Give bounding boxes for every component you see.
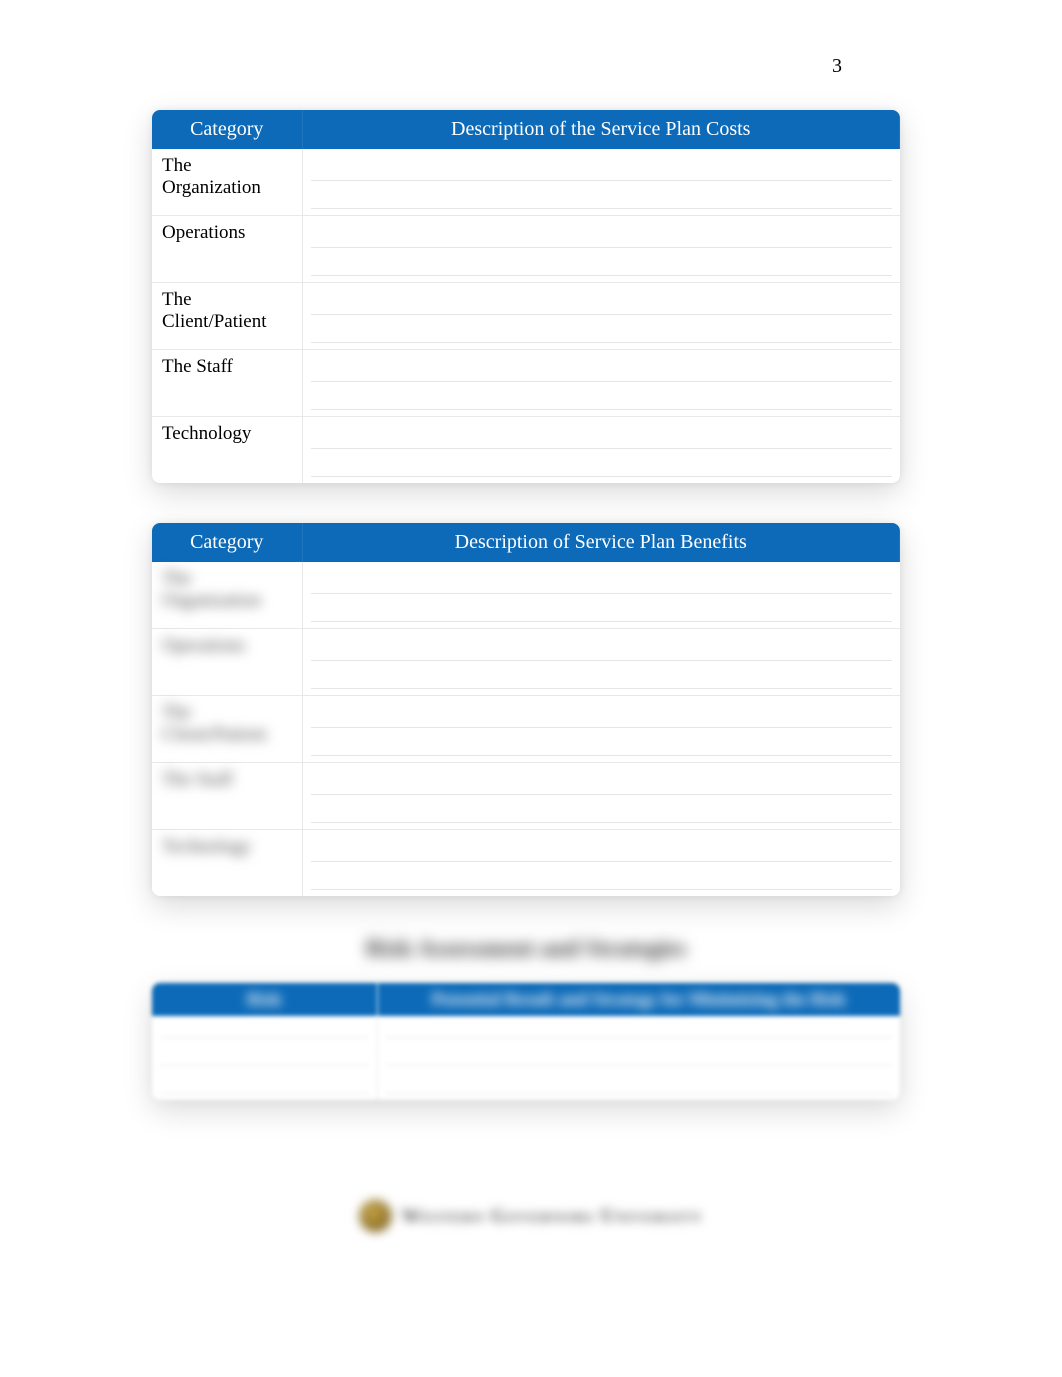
costs-table-header-row: Category Description of the Service Plan… (152, 110, 900, 149)
costs-row-description (302, 417, 900, 484)
table-row: The Staff (152, 350, 900, 417)
benefits-row-category: Operations (152, 629, 302, 696)
costs-row-description (302, 216, 900, 283)
costs-row-category: Technology (152, 417, 302, 484)
table-row (152, 1072, 900, 1100)
risk-table: Risk Potential Result and Strategy for M… (152, 983, 900, 1100)
costs-row-category: Operations (152, 216, 302, 283)
benefits-table: Category Description of Service Plan Ben… (152, 523, 900, 896)
risk-table-header-row: Risk Potential Result and Strategy for M… (152, 983, 900, 1016)
risk-table-container: Risk Potential Result and Strategy for M… (152, 983, 900, 1100)
benefits-row-description (302, 562, 900, 629)
benefits-row-description (302, 763, 900, 830)
costs-row-category: The Client/Patient (152, 283, 302, 350)
table-row: Operations (152, 216, 900, 283)
benefits-row-category: The Organization (152, 562, 302, 629)
costs-table-container: Category Description of the Service Plan… (152, 110, 900, 483)
risk-row-a (152, 1016, 377, 1044)
table-row: Operations (152, 629, 900, 696)
table-row: Technology (152, 417, 900, 484)
risk-row-a (152, 1072, 377, 1100)
risk-row-b (377, 1044, 900, 1072)
footer-institution-logo: Western Governors University (359, 1200, 702, 1232)
benefits-table-container: Category Description of Service Plan Ben… (152, 523, 900, 896)
table-row: Technology (152, 830, 900, 897)
risk-row-b (377, 1016, 900, 1044)
table-row: The Client/Patient (152, 283, 900, 350)
benefits-row-description (302, 696, 900, 763)
benefits-row-description (302, 629, 900, 696)
table-row (152, 1044, 900, 1072)
costs-table: Category Description of the Service Plan… (152, 110, 900, 483)
seal-icon (359, 1200, 391, 1232)
costs-header-description: Description of the Service Plan Costs (302, 110, 900, 149)
costs-row-category: The Staff (152, 350, 302, 417)
table-row: The Staff (152, 763, 900, 830)
costs-row-description (302, 149, 900, 216)
page-number: 3 (832, 55, 842, 78)
benefits-header-description: Description of Service Plan Benefits (302, 523, 900, 562)
costs-row-category: The Organization (152, 149, 302, 216)
table-row (152, 1016, 900, 1044)
benefits-row-description (302, 830, 900, 897)
risk-header-b: Potential Result and Strategy for Minimi… (377, 983, 900, 1016)
risk-row-b (377, 1072, 900, 1100)
risk-header-a: Risk (152, 983, 377, 1016)
table-row: The Organization (152, 562, 900, 629)
benefits-row-category: Technology (152, 830, 302, 897)
page-content: Category Description of the Service Plan… (0, 0, 1062, 1100)
benefits-row-category: The Client/Patient (152, 696, 302, 763)
costs-row-description (302, 283, 900, 350)
table-row: The Client/Patient (152, 696, 900, 763)
section-heading-risk: Risk Assessment and Strategies (100, 936, 952, 963)
benefits-row-category: The Staff (152, 763, 302, 830)
risk-row-a (152, 1044, 377, 1072)
costs-header-category: Category (152, 110, 302, 149)
costs-row-description (302, 350, 900, 417)
benefits-table-header-row: Category Description of Service Plan Ben… (152, 523, 900, 562)
benefits-header-category: Category (152, 523, 302, 562)
footer-institution-name: Western Governors University (401, 1205, 702, 1228)
table-row: The Organization (152, 149, 900, 216)
